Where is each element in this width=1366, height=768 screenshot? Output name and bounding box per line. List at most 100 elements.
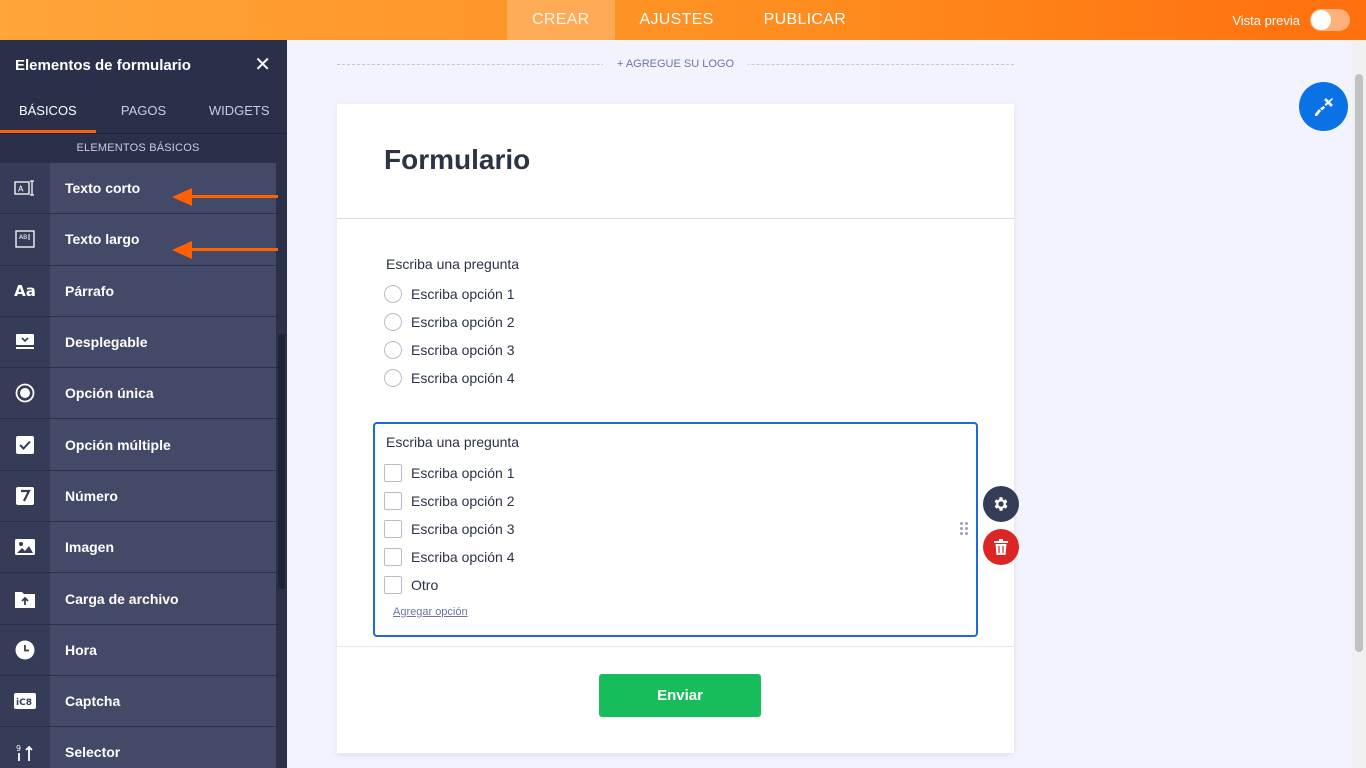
sidebar-tabs: BÁSICOS PAGOS WIDGETS	[0, 90, 287, 134]
sidebar-item-multiple-choice[interactable]: Opción múltiple	[0, 419, 276, 471]
sidebar-item-label: Carga de archivo	[65, 590, 179, 607]
checkbox[interactable]	[384, 520, 402, 538]
form-title[interactable]: Formulario	[384, 144, 530, 176]
sidebar-scroll-thumb[interactable]	[278, 334, 285, 589]
svg-text:A: A	[18, 185, 24, 194]
submit-divider	[337, 646, 1014, 647]
delete-field-button[interactable]	[983, 529, 1019, 565]
multiple-choice-question-selected[interactable]: Escriba una pregunta Escriba opción 1 Es…	[373, 422, 978, 637]
sidebar-item-label: Opción única	[65, 385, 154, 402]
checkbox-option-other[interactable]: Otro	[384, 576, 438, 594]
sidebar-item-dropdown[interactable]: Desplegable	[0, 316, 276, 369]
sidebar-item-paragraph[interactable]: Aa Párrafo	[0, 265, 276, 317]
sidebar-item-label: Párrafo	[65, 282, 115, 299]
sidebar-item-image[interactable]: Imagen	[0, 522, 276, 574]
tab-publicar[interactable]: PUBLICAR	[739, 0, 871, 40]
sidebar-item-label: Selector	[65, 744, 121, 761]
radio-option[interactable]: Escriba opción 4	[384, 369, 515, 387]
sidebar-item-label: Desplegable	[65, 334, 148, 351]
tab-widgets[interactable]: WIDGETS	[191, 90, 287, 133]
number-icon	[0, 470, 50, 522]
sidebar-header: Elementos de formulario ✕	[0, 40, 287, 90]
tab-basicos[interactable]: BÁSICOS	[0, 90, 96, 133]
preview-control: Vista previa	[1232, 0, 1350, 40]
section-basic-elements: ELEMENTOS BÁSICOS	[0, 134, 276, 163]
single-choice-icon	[0, 368, 50, 419]
sidebar-item-number[interactable]: Número	[0, 470, 276, 523]
sidebar-item-time[interactable]: Hora	[0, 624, 276, 676]
checkbox[interactable]	[384, 492, 402, 510]
add-option-link[interactable]: Agregar opción	[393, 606, 468, 618]
radio-button[interactable]	[384, 285, 402, 303]
sidebar-item-label: Texto largo	[65, 231, 140, 248]
svg-text:AB: AB	[19, 234, 27, 241]
radio-button[interactable]	[384, 341, 402, 359]
checkbox-option[interactable]: Escriba opción 3	[384, 520, 515, 538]
sidebar-item-label: Captcha	[65, 693, 121, 710]
add-logo-link[interactable]: + AGREGUE SU LOGO	[602, 58, 749, 70]
sidebar-item-file-upload[interactable]: Carga de archivo	[0, 573, 276, 625]
sidebar-item-label: Número	[65, 487, 118, 504]
arrow-shaft	[188, 195, 278, 198]
sidebar-item-captcha[interactable]: iC8 Captcha	[0, 675, 276, 728]
preview-label: Vista previa	[1232, 12, 1300, 28]
checkbox-option[interactable]: Escriba opción 4	[384, 548, 515, 566]
option-label: Escriba opción 4	[411, 549, 515, 565]
close-icon[interactable]: ✕	[254, 55, 271, 75]
paint-roller-icon	[1314, 97, 1333, 116]
form-designer-button[interactable]	[1299, 82, 1348, 131]
tab-crear[interactable]: CREAR	[507, 0, 615, 40]
drag-dot	[965, 527, 968, 530]
radio-button[interactable]	[384, 369, 402, 387]
drag-dot	[960, 527, 963, 530]
sidebar-item-long-text[interactable]: AB Texto largo	[0, 214, 276, 266]
top-bar: CREAR AJUSTES PUBLICAR Vista previa	[0, 0, 1366, 40]
drag-dot	[965, 532, 968, 535]
question-label[interactable]: Escriba una pregunta	[386, 434, 519, 450]
title-divider	[337, 218, 1014, 219]
radio-option[interactable]: Escriba opción 3	[384, 341, 515, 359]
sidebar-item-single-choice[interactable]: Opción única	[0, 368, 276, 420]
checkbox[interactable]	[384, 576, 402, 594]
drag-dot	[960, 532, 963, 535]
question-label[interactable]: Escriba una pregunta	[386, 256, 519, 272]
checkbox-option[interactable]: Escriba opción 1	[384, 464, 515, 482]
option-label: Escriba opción 1	[411, 465, 515, 481]
main-scroll-thumb[interactable]	[1355, 74, 1363, 652]
sidebar-title: Elementos de formulario	[15, 56, 191, 74]
checkbox[interactable]	[384, 548, 402, 566]
clock-icon	[0, 624, 50, 675]
sidebar-item-selector[interactable]: 9 Selector	[0, 727, 276, 768]
tab-ajustes[interactable]: AJUSTES	[615, 0, 739, 40]
file-upload-icon	[0, 573, 50, 624]
annotation-arrow	[172, 188, 278, 206]
radio-option[interactable]: Escriba opción 2	[384, 313, 515, 331]
option-label: Escriba opción 1	[411, 286, 515, 302]
gear-icon	[994, 497, 1008, 511]
sidebar-scrollbar[interactable]	[276, 134, 287, 768]
option-label: Escriba opción 4	[411, 370, 515, 386]
tab-pagos[interactable]: PAGOS	[96, 90, 192, 133]
radio-option[interactable]: Escriba opción 1	[384, 285, 515, 303]
sidebar-item-short-text[interactable]: A Texto corto	[0, 163, 276, 215]
preview-toggle[interactable]	[1310, 9, 1350, 31]
checkbox-option[interactable]: Escriba opción 2	[384, 492, 515, 510]
form-elements-sidebar: Elementos de formulario ✕ BÁSICOS PAGOS …	[0, 40, 287, 768]
option-label: Otro	[411, 577, 439, 593]
captcha-icon: iC8	[0, 675, 50, 727]
radio-button[interactable]	[384, 313, 402, 331]
add-logo-area: + AGREGUE SU LOGO	[337, 58, 1014, 70]
checkbox[interactable]	[384, 464, 402, 482]
toggle-knob	[1311, 10, 1331, 30]
drag-dot	[960, 522, 963, 525]
svg-text:iC8: iC8	[16, 698, 32, 708]
submit-button[interactable]: Enviar	[599, 674, 761, 717]
drag-dot	[965, 522, 968, 525]
main-scrollbar[interactable]	[1352, 40, 1366, 768]
option-label: Escriba opción 3	[411, 342, 515, 358]
dropdown-icon	[0, 316, 50, 368]
long-text-icon: AB	[0, 214, 50, 265]
drag-handle-icon[interactable]	[960, 522, 968, 536]
field-settings-button[interactable]	[983, 486, 1019, 522]
short-text-icon: A	[0, 163, 50, 214]
